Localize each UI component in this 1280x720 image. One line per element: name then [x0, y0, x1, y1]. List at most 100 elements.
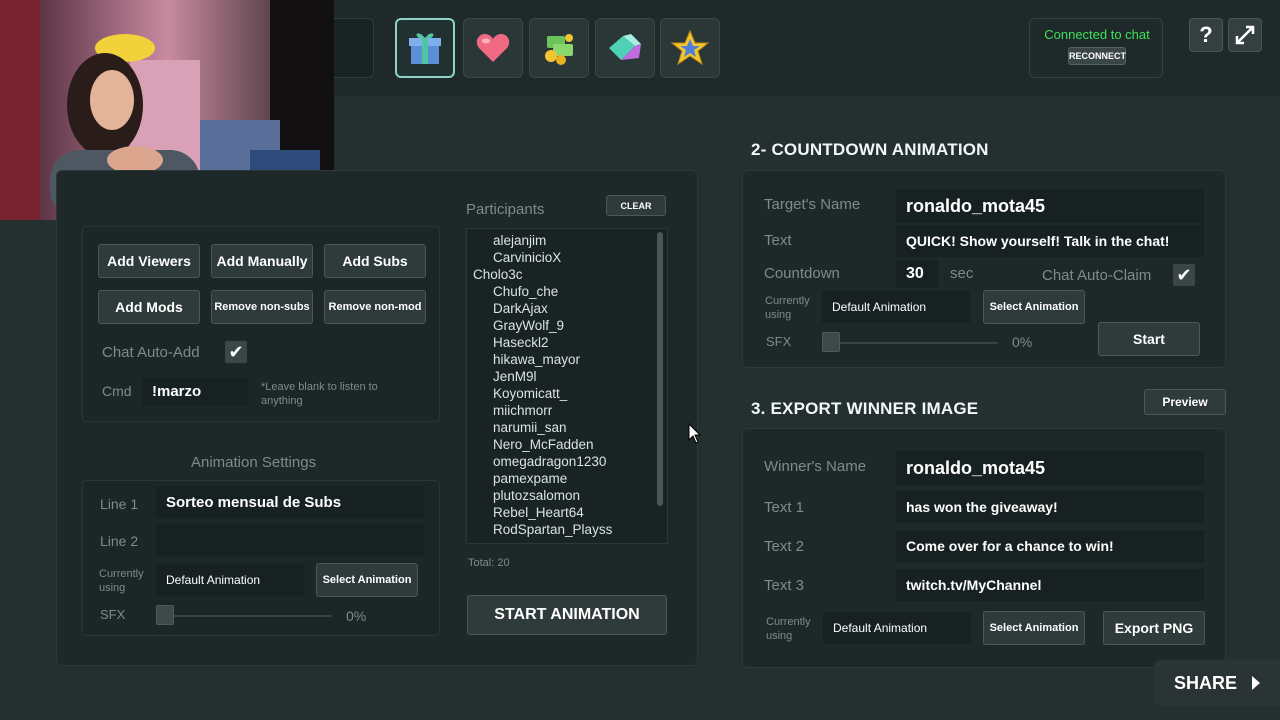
line2-label: Line 2 — [100, 533, 139, 549]
list-item[interactable]: DarkAjax — [493, 301, 548, 316]
target-name-input[interactable]: ronaldo_mota45 — [896, 189, 1204, 223]
sfx-slider-handle[interactable] — [822, 332, 840, 352]
help-icon: ? — [1199, 22, 1213, 47]
add-manually-button[interactable]: Add Manually — [211, 244, 313, 278]
participants-title: Participants — [466, 201, 545, 218]
cursor-icon — [688, 423, 702, 444]
share-button[interactable]: SHARE — [1154, 660, 1280, 706]
share-label: SHARE — [1174, 672, 1238, 693]
sfx-slider-handle[interactable] — [156, 605, 174, 625]
countdown-input[interactable]: 30 — [896, 260, 938, 288]
remove-nonmod-button[interactable]: Remove non-mod — [324, 290, 426, 324]
select-animation-button[interactable]: Select Animation — [983, 611, 1085, 645]
star-icon — [670, 29, 710, 66]
gem-tile[interactable] — [595, 18, 655, 78]
text2-input[interactable]: Come over for a chance to win! — [896, 530, 1204, 562]
countdown-unit: sec — [950, 265, 974, 282]
select-animation-button[interactable]: Select Animation — [316, 563, 418, 597]
list-item[interactable]: narumii_san — [493, 420, 567, 435]
sfx-value: 0% — [346, 608, 367, 624]
add-viewers-button[interactable]: Add Viewers — [98, 244, 200, 278]
line1-input[interactable]: Sorteo mensual de Subs — [156, 486, 424, 518]
current-animation-value: Default Animation — [156, 564, 304, 596]
select-animation-button[interactable]: Select Animation — [983, 290, 1085, 324]
help-button[interactable]: ? — [1189, 18, 1223, 52]
money-icon — [545, 34, 573, 65]
list-item[interactable]: omegadragon1230 — [493, 454, 606, 469]
cmd-hint: *Leave blank to listen to anything — [261, 381, 378, 407]
line1-label: Line 1 — [100, 496, 139, 512]
sfx-value: 0% — [1012, 334, 1033, 350]
countdown-text-input[interactable]: QUICK! Show yourself! Talk in the chat! — [896, 225, 1204, 257]
list-item[interactable]: Haseckl2 — [493, 335, 549, 350]
current-animation-value: Default Animation — [822, 291, 970, 323]
chat-auto-claim-label: Chat Auto-Claim — [1042, 267, 1152, 284]
text2-label: Text 2 — [764, 538, 805, 555]
winner-name-input[interactable]: ronaldo_mota45 — [896, 451, 1204, 485]
star-tile[interactable] — [660, 18, 720, 78]
clear-button[interactable]: CLEAR — [606, 195, 666, 216]
countdown-text-label: Text — [764, 232, 792, 249]
list-item[interactable]: Rebel_Heart64 — [493, 505, 584, 520]
chevron-right-icon — [1252, 676, 1261, 690]
sfx-label: SFX — [100, 607, 126, 622]
sfx-slider-track — [160, 615, 332, 617]
export-title: 3. EXPORT WINNER IMAGE — [751, 399, 979, 418]
gift-icon — [409, 33, 441, 64]
cmd-input[interactable]: !marzo — [142, 377, 248, 405]
chat-auto-add-label: Chat Auto-Add — [102, 344, 200, 361]
chat-auto-add-checkbox[interactable]: ✔ — [225, 341, 247, 363]
chat-auto-claim-checkbox[interactable]: ✔ — [1173, 264, 1195, 286]
list-item[interactable]: GrayWolf_9 — [493, 318, 564, 333]
text1-label: Text 1 — [764, 499, 805, 516]
export-png-button[interactable]: Export PNG — [1103, 611, 1205, 645]
list-item[interactable]: CarvinicioX — [493, 250, 561, 265]
add-mods-button[interactable]: Add Mods — [98, 290, 200, 324]
heart-icon — [476, 34, 510, 62]
list-item[interactable]: Koyomicatt_ — [493, 386, 567, 401]
connection-status: Connected to chat — [1044, 27, 1150, 42]
winner-name-label: Winner's Name — [764, 458, 867, 475]
animation-settings-title: Animation Settings — [191, 454, 317, 471]
currently-using-label: Currently using — [766, 616, 811, 642]
participants-total: Total: 20 — [468, 557, 510, 569]
list-item[interactable]: alejanjim — [493, 233, 546, 248]
countdown-start-button[interactable]: Start — [1098, 322, 1200, 356]
list-item[interactable]: RodSpartan_Playss — [493, 522, 612, 537]
reconnect-button[interactable]: RECONNECT — [1068, 47, 1126, 65]
countdown-label: Countdown — [764, 265, 840, 282]
connection-panel: Connected to chat RECONNECT — [1029, 18, 1163, 78]
gift-tile[interactable] — [395, 18, 455, 78]
list-item[interactable]: Chufo_che — [493, 284, 558, 299]
gem-icon — [609, 34, 641, 60]
target-name-label: Target's Name — [764, 196, 861, 213]
start-animation-button[interactable]: START ANIMATION — [467, 595, 667, 635]
countdown-title: 2- COUNTDOWN ANIMATION — [751, 140, 989, 159]
checkmark-icon: ✔ — [1176, 264, 1192, 285]
sfx-label: SFX — [766, 334, 792, 349]
sfx-slider-track — [826, 342, 998, 344]
list-item[interactable]: plutozsalomon — [493, 488, 580, 503]
text1-input[interactable]: has won the giveaway! — [896, 491, 1204, 523]
add-subs-button[interactable]: Add Subs — [324, 244, 426, 278]
preview-button[interactable]: Preview — [1144, 389, 1226, 415]
list-item[interactable]: JenM9l — [493, 369, 537, 384]
participants-list[interactable]: alejanjim CarvinicioX Cholo3c Chufo_che … — [466, 228, 668, 544]
list-item[interactable]: Nero_McFadden — [493, 437, 594, 452]
current-animation-value: Default Animation — [823, 612, 971, 644]
participants-scrollbar[interactable] — [657, 232, 663, 506]
list-item[interactable]: miichmorr — [493, 403, 552, 418]
text3-input[interactable]: twitch.tv/MyChannel — [896, 569, 1204, 601]
money-tile[interactable] — [529, 18, 589, 78]
list-item[interactable]: pamexpame — [493, 471, 567, 486]
currently-using-label: Currently using — [765, 295, 810, 321]
fullscreen-button[interactable] — [1228, 18, 1262, 52]
list-item[interactable]: hikawa_mayor — [493, 352, 580, 367]
list-item[interactable]: Cholo3c — [473, 267, 523, 282]
text3-label: Text 3 — [764, 577, 805, 594]
remove-nonsubs-button[interactable]: Remove non-subs — [211, 290, 313, 324]
line2-input[interactable] — [156, 524, 424, 556]
heart-tile[interactable] — [463, 18, 523, 78]
checkmark-icon: ✔ — [228, 341, 244, 362]
cmd-label: Cmd — [102, 383, 132, 399]
